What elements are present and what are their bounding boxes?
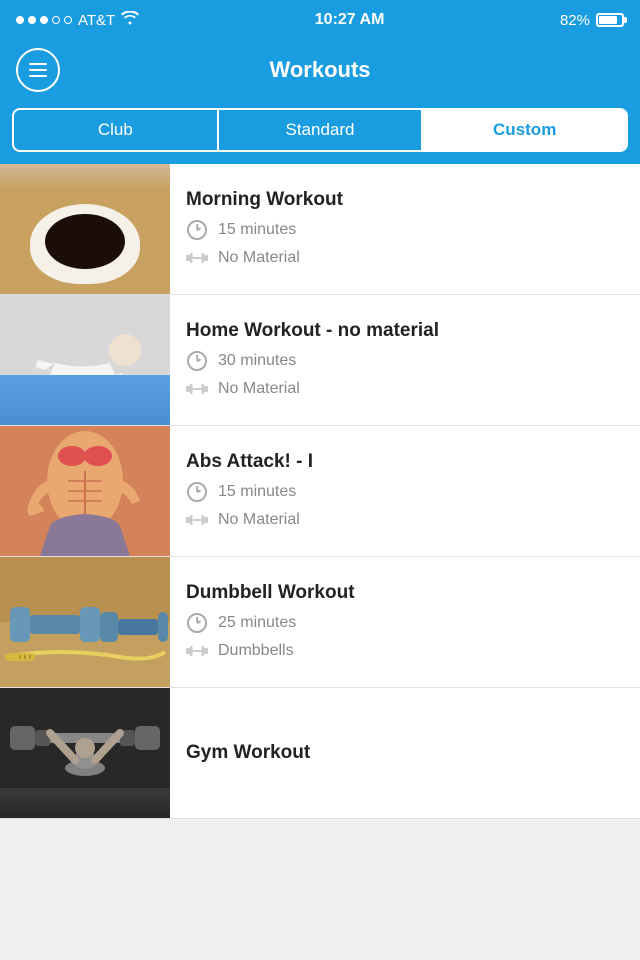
hamburger-line-1 — [29, 63, 47, 65]
tab-custom[interactable]: Custom — [423, 110, 626, 150]
dumbbell-thumbnail-art — [0, 557, 170, 687]
tab-container: Club Standard Custom — [12, 108, 628, 152]
dumbbell-icon — [186, 247, 208, 269]
tab-bar: Club Standard Custom — [0, 100, 640, 164]
workout-item[interactable]: Morning Workout 15 minutes — [0, 164, 640, 295]
material-row: No Material — [186, 378, 624, 400]
clock-circle — [187, 482, 207, 502]
hamburger-line-3 — [29, 75, 47, 77]
clock-icon — [186, 350, 208, 372]
coffee-thumbnail-art — [0, 164, 170, 294]
clock-icon — [186, 481, 208, 503]
dumbbell-icon — [186, 640, 208, 662]
wifi-icon — [121, 11, 139, 29]
signal-dot-1 — [16, 16, 24, 24]
duration-row: 25 minutes — [186, 612, 624, 634]
dumbbell-icon — [186, 378, 208, 400]
workout-thumbnail — [0, 557, 170, 687]
signal-dot-5 — [64, 16, 72, 24]
workout-item[interactable]: Dumbbell Workout 25 minutes — [0, 557, 640, 688]
workout-info: Dumbbell Workout 25 minutes — [170, 557, 640, 687]
status-left: AT&T — [16, 11, 139, 29]
gym-svg — [0, 688, 170, 788]
duration-row: 15 minutes — [186, 481, 624, 503]
workout-item[interactable]: Abs Attack! - I 15 minutes — [0, 426, 640, 557]
material-label: No Material — [218, 511, 300, 529]
workout-meta: 25 minutes Dumbbells — [186, 612, 624, 662]
dumbbell-icon — [186, 509, 208, 531]
workout-info: Gym Workout — [170, 688, 640, 818]
status-right: 82% — [560, 12, 624, 29]
signal-dot-4 — [52, 16, 60, 24]
duration-row: 30 minutes — [186, 350, 624, 372]
signal-dot-3 — [40, 16, 48, 24]
carrier-label: AT&T — [78, 12, 115, 29]
workout-name: Morning Workout — [186, 189, 624, 211]
clock-icon — [186, 219, 208, 241]
workout-thumbnail — [0, 688, 170, 818]
tab-club[interactable]: Club — [14, 110, 219, 150]
duration-row: 15 minutes — [186, 219, 624, 241]
abs-svg — [0, 426, 170, 556]
abs-thumbnail-art — [0, 426, 170, 556]
workout-name: Home Workout - no material — [186, 320, 624, 342]
battery-fill — [599, 16, 617, 24]
clock-circle — [187, 220, 207, 240]
gym-thumbnail-art — [0, 688, 170, 818]
workout-item[interactable]: Home Workout - no material 30 minutes — [0, 295, 640, 426]
workout-name: Abs Attack! - I — [186, 451, 624, 473]
page-title: Workouts — [269, 57, 370, 83]
battery-icon — [596, 13, 624, 27]
workout-list: Morning Workout 15 minutes — [0, 164, 640, 819]
workout-item[interactable]: Gym Workout — [0, 688, 640, 819]
hamburger-icon — [29, 63, 47, 77]
workout-meta: 15 minutes No Material — [186, 219, 624, 269]
header: Workouts — [0, 40, 640, 100]
signal-dots — [16, 16, 72, 24]
workout-meta: 30 minutes No Material — [186, 350, 624, 400]
workout-info: Home Workout - no material 30 minutes — [170, 295, 640, 425]
duration-label: 15 minutes — [218, 483, 296, 501]
material-label: No Material — [218, 380, 300, 398]
workout-meta: 15 minutes No Material — [186, 481, 624, 531]
clock-circle — [187, 613, 207, 633]
workout-thumbnail — [0, 426, 170, 556]
workout-thumbnail — [0, 295, 170, 425]
status-bar: AT&T 10:27 AM 82% — [0, 0, 640, 40]
material-row: No Material — [186, 509, 624, 531]
duration-label: 25 minutes — [218, 614, 296, 632]
pushup-thumbnail-art — [0, 295, 170, 425]
hamburger-line-2 — [29, 69, 47, 71]
material-row: No Material — [186, 247, 624, 269]
status-time: 10:27 AM — [315, 11, 385, 29]
dumbbell-art-svg — [0, 557, 170, 687]
battery-percent: 82% — [560, 12, 590, 29]
duration-label: 15 minutes — [218, 221, 296, 239]
clock-icon — [186, 612, 208, 634]
tab-standard[interactable]: Standard — [219, 110, 424, 150]
workout-name: Gym Workout — [186, 742, 624, 764]
workout-info: Morning Workout 15 minutes — [170, 164, 640, 294]
material-label: No Material — [218, 249, 300, 267]
pushup-svg — [0, 295, 170, 425]
material-row: Dumbbells — [186, 640, 624, 662]
workout-info: Abs Attack! - I 15 minutes — [170, 426, 640, 556]
workout-thumbnail — [0, 164, 170, 294]
material-label: Dumbbells — [218, 642, 294, 660]
duration-label: 30 minutes — [218, 352, 296, 370]
workout-name: Dumbbell Workout — [186, 582, 624, 604]
clock-circle — [187, 351, 207, 371]
menu-button[interactable] — [16, 48, 60, 92]
signal-dot-2 — [28, 16, 36, 24]
